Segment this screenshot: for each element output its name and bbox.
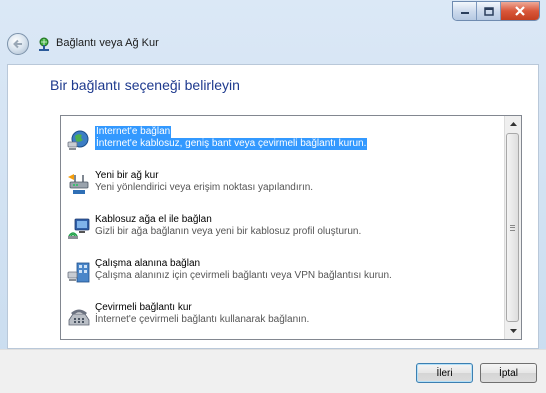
title-bar: Bağlantı veya Ağ Kur (0, 0, 546, 64)
back-arrow-icon (13, 39, 22, 49)
phone-modem-icon (68, 309, 90, 326)
minimize-icon (460, 12, 469, 14)
next-button[interactable]: İleri (416, 363, 473, 383)
network-setup-icon (39, 37, 49, 51)
option-description: İnternet'e kablosuz, geniş bant veya çev… (95, 138, 368, 150)
maximize-icon (483, 6, 494, 16)
option-description: Çalışma alanınız için çevirmeli bağlantı… (95, 270, 392, 281)
option-title: Çevirmeli bağlantı kur (95, 302, 192, 313)
list-scrollbar[interactable] (504, 116, 521, 339)
option-new-network[interactable]: Yeni bir ağ kur Yeni yönlendirici veya e… (61, 166, 503, 206)
globe-network-icon (67, 130, 89, 150)
wireless-computer-icon (68, 218, 90, 239)
button-bar: İleri İptal (0, 349, 546, 393)
router-icon (68, 174, 89, 194)
scroll-down-button[interactable] (505, 323, 521, 339)
window-controls (452, 1, 540, 21)
cancel-button[interactable]: İptal (480, 363, 537, 383)
scroll-up-button[interactable] (505, 116, 521, 132)
option-title: Yeni bir ağ kur (95, 170, 159, 181)
window-title: Bağlantı veya Ağ Kur (56, 37, 159, 49)
scrollbar-thumb[interactable] (506, 133, 519, 322)
connection-options-list: İnternet'e bağlan İnternet'e kablosuz, g… (60, 115, 522, 340)
back-button[interactable] (7, 33, 29, 55)
option-internet[interactable]: İnternet'e bağlan İnternet'e kablosuz, g… (61, 122, 503, 162)
option-description: Yeni yönlendirici veya erişim noktası ya… (95, 182, 314, 193)
scroll-up-icon (509, 122, 517, 126)
page-heading: Bir bağlantı seçeneği belirleyin (50, 77, 240, 93)
option-description: İnternet'e çevirmeli bağlantı kullanarak… (95, 314, 310, 325)
option-title: Çalışma alanına bağlan (95, 258, 201, 269)
option-workplace[interactable]: Çalışma alanına bağlan Çalışma alanınız … (61, 254, 503, 294)
close-button[interactable] (501, 2, 539, 20)
workplace-building-icon (67, 262, 90, 283)
option-wireless-manual[interactable]: Kablosuz ağa el ile bağlan Gizli bir ağa… (61, 210, 503, 250)
option-description: Gizli bir ağa bağlanın veya yeni bir kab… (95, 226, 362, 237)
grip-icon (510, 224, 515, 231)
minimize-button[interactable] (453, 2, 477, 20)
scroll-down-icon (509, 329, 517, 333)
option-title: Kablosuz ağa el ile bağlan (95, 214, 212, 225)
wizard-window: Bağlantı veya Ağ Kur Bir bağlantı seçene… (0, 0, 546, 393)
content-panel: Bir bağlantı seçeneği belirleyin İnterne… (7, 64, 539, 349)
option-dialup[interactable]: Çevirmeli bağlantı kur İnternet'e çevirm… (61, 298, 503, 338)
close-icon (515, 6, 525, 16)
option-title: İnternet'e bağlan (95, 126, 172, 138)
maximize-button[interactable] (477, 2, 501, 20)
